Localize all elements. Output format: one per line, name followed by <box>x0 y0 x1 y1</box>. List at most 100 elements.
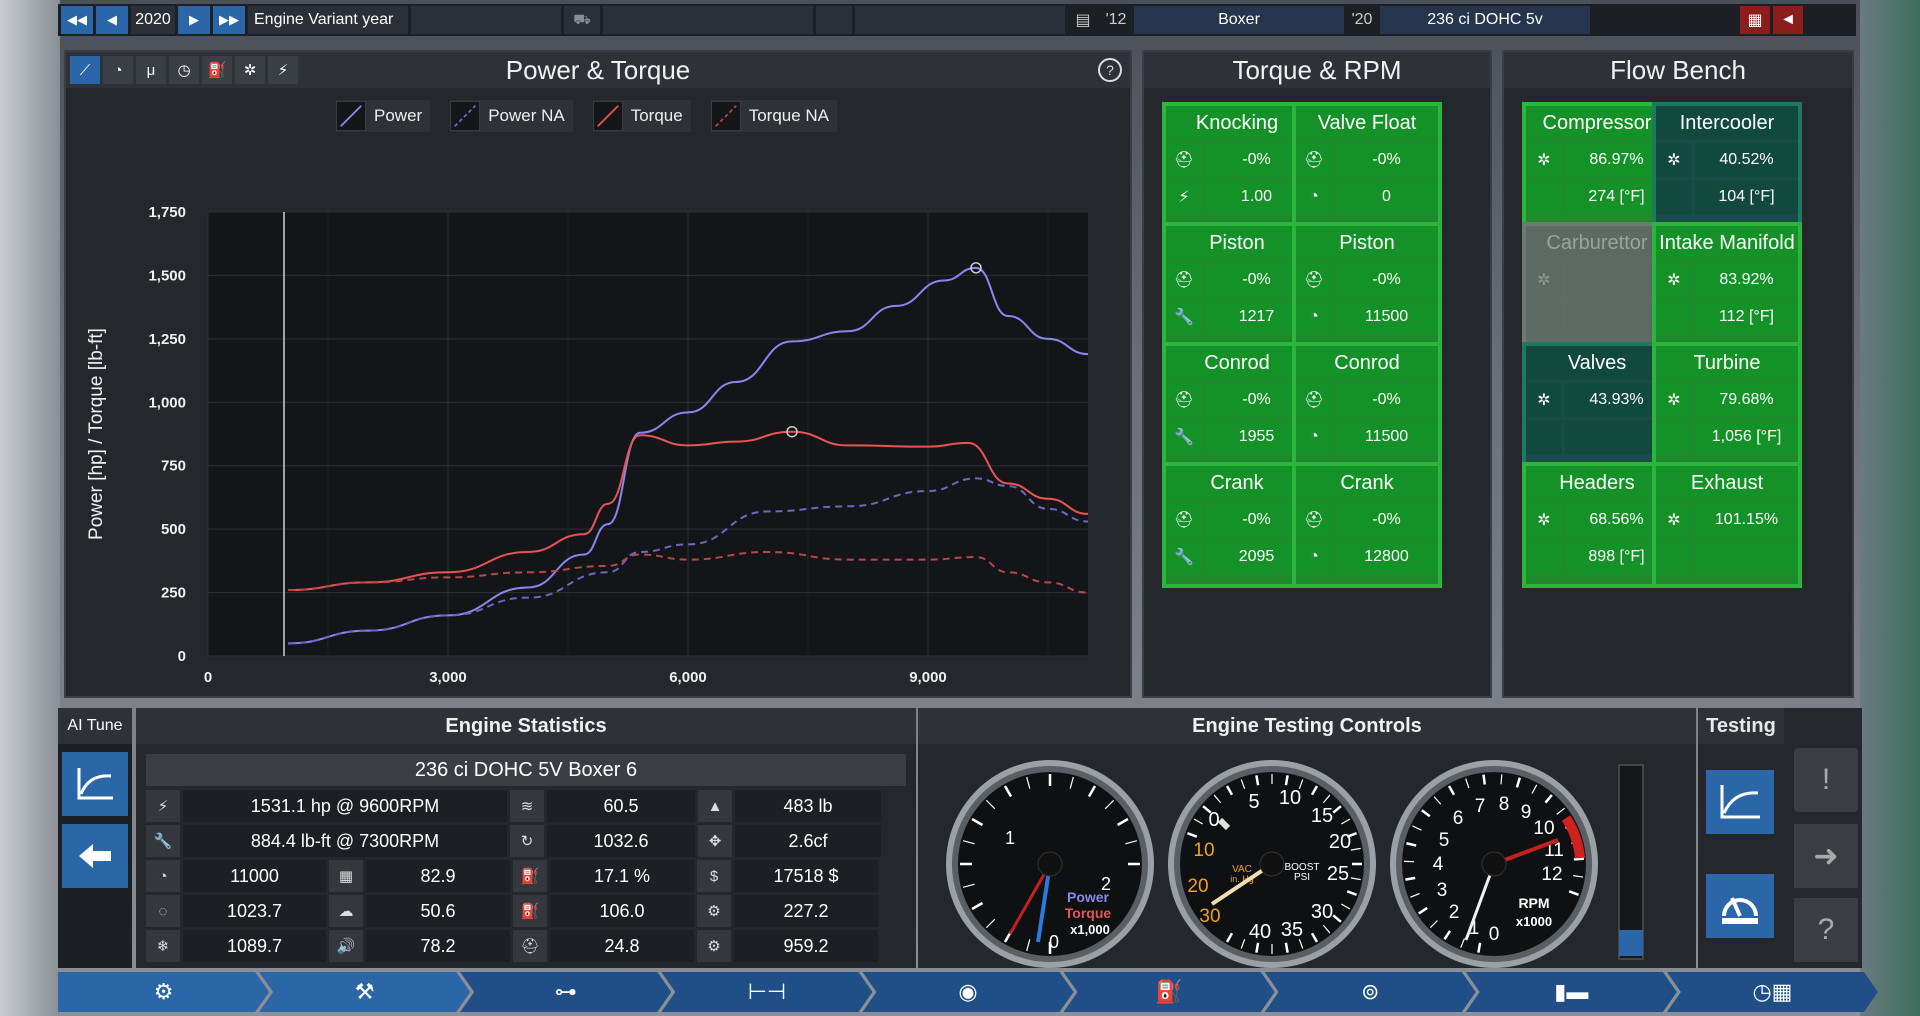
flow-bench-tile-exhaust[interactable]: Exhaust ✲ 101.15% <box>1652 462 1802 588</box>
nav-exhaust[interactable]: ⊚ <box>1265 972 1476 1012</box>
mu-icon[interactable]: μ <box>136 56 166 84</box>
blank-icon <box>1656 300 1692 334</box>
nav-aspiration[interactable]: ◉ <box>862 972 1073 1012</box>
tile-title: Piston <box>1296 226 1438 260</box>
flow-bench-tile-intercooler[interactable]: Intercooler ✲ 40.52% 104 [°F] <box>1652 102 1802 228</box>
throttle-slider-thumb[interactable] <box>1619 930 1643 956</box>
safety-icon: ⛑ <box>1296 503 1332 537</box>
torque-rpm-panel: Torque & RPM Knocking ⛑ -0% ⚡ 1.00 Valve Floa… <box>1142 50 1492 698</box>
torque-rpm-tile-valve-float[interactable]: Valve Float ⛑ -0% ◔ 0 <box>1292 102 1442 228</box>
torque-rpm-tile-piston[interactable]: Piston ⛑ -0% 🔧 1217 <box>1162 222 1312 348</box>
wrench-icon: 🔧 <box>1166 540 1202 574</box>
background-left <box>0 0 60 1016</box>
nav-fuel[interactable]: ⛽ <box>1064 972 1275 1012</box>
boost-gauge-label: 40 <box>1249 921 1271 943</box>
last-year-button[interactable]: ▶▶ <box>213 6 245 34</box>
tile-row: 274 [°F] <box>1526 180 1668 214</box>
power-torque-panel: Power & Torque ? ⟋ ◔ μ ◷ ⛽ ✲ ⚡ Power Pow… <box>64 50 1132 698</box>
graph-button[interactable] <box>62 752 128 816</box>
stats-row: 🔧 884.4 lb-ft @ 7300RPM ↻ 1032.6 ✥ 2.6cf <box>146 825 906 857</box>
tile-title: Intercooler <box>1656 106 1798 140</box>
legend-power[interactable]: Power <box>336 100 431 132</box>
tile-row <box>1526 300 1668 334</box>
tile-title: Crank <box>1296 466 1438 500</box>
rpm-icon: ◔ <box>1296 180 1332 214</box>
prev-year-button[interactable]: ◀ <box>96 6 128 34</box>
torque-rpm-tile-crank[interactable]: Crank ⛑ -0% ◔ 12800 <box>1292 462 1442 588</box>
run-test-button[interactable] <box>1706 770 1774 834</box>
flow-bench-tile-compressor[interactable]: Compressor ✲ 86.97% 274 [°F] <box>1522 102 1672 228</box>
rpm-gauge-label: 12 <box>1541 864 1562 885</box>
nav-engine[interactable]: ⚙ <box>58 972 269 1012</box>
help-icon[interactable]: ? <box>1098 58 1122 82</box>
back-button[interactable] <box>62 824 128 888</box>
flow-icon[interactable]: ✲ <box>235 56 265 84</box>
flow-bench-tile-turbine[interactable]: Turbine ✲ 79.68% 1,056 [°F] <box>1652 342 1802 468</box>
rpm-gauge-hub <box>1481 851 1507 877</box>
weight-icon: ▲ <box>698 790 732 822</box>
first-year-button[interactable]: ◀◀ <box>61 6 93 34</box>
tile-title: Carburettor <box>1526 226 1668 260</box>
engine-name-field[interactable]: 236 ci DOHC 5v <box>1380 6 1590 34</box>
rpm-gauge-label: 8 <box>1499 794 1510 815</box>
dyno-button[interactable] <box>1706 874 1774 938</box>
boost-unit: PSI <box>1294 872 1310 883</box>
y-tick-label: 1,000 <box>148 394 186 411</box>
nav-cylinders[interactable]: ▮▬ <box>1466 972 1677 1012</box>
nav-top-end[interactable]: ⊢⊣ <box>661 972 872 1012</box>
next-arrow-icon[interactable]: ➜ <box>1794 824 1858 888</box>
torque-rpm-tile-piston[interactable]: Piston ⛑ -0% ◔ 11500 <box>1292 222 1442 348</box>
car-icon[interactable]: ⛟ <box>564 6 600 34</box>
fuel-icon[interactable]: ⛽ <box>202 56 232 84</box>
legend-power-na[interactable]: Power NA <box>450 100 573 132</box>
safety-icon: ⛑ <box>1296 383 1332 417</box>
flow-icon: ✲ <box>1656 263 1692 297</box>
tile-value: 11500 <box>1335 300 1438 334</box>
torque-rpm-tile-conrod[interactable]: Conrod ⛑ -0% 🔧 1955 <box>1162 342 1312 468</box>
blank-icon <box>1526 540 1562 574</box>
next-year-button[interactable]: ▶ <box>178 6 210 34</box>
tile-value: 12800 <box>1335 540 1438 574</box>
torque-rpm-tile-knocking[interactable]: Knocking ⛑ -0% ⚡ 1.00 <box>1162 102 1312 228</box>
help-icon[interactable]: ? <box>1794 898 1858 962</box>
engine-icon[interactable]: ▤ <box>1068 6 1098 34</box>
warning-icon[interactable]: ! <box>1794 748 1858 812</box>
torque-rpm-tile-crank[interactable]: Crank ⛑ -0% 🔧 2095 <box>1162 462 1312 588</box>
gauge-icon[interactable]: ◔ <box>103 56 133 84</box>
chart-legend: Power Power NA Torque Torque NA <box>336 100 838 132</box>
cylinder-icon: ▮▬ <box>1554 979 1589 1004</box>
torque-rpm-tile-conrod[interactable]: Conrod ⛑ -0% ◔ 11500 <box>1292 342 1442 468</box>
graph-icon[interactable]: ⟋ <box>70 56 100 84</box>
stat-value: 2.6cf <box>735 825 881 857</box>
wrench-icon: 🔧 <box>1166 420 1202 454</box>
fuel-icon: ⛽ <box>513 860 547 892</box>
legend-torque[interactable]: Torque <box>592 100 691 132</box>
tile-row: ✲ 83.92% <box>1656 263 1798 297</box>
nav-block[interactable]: ⚒ <box>259 972 470 1012</box>
tile-value: -0% <box>1335 143 1438 177</box>
wrench-icon: 🔧 <box>1166 300 1202 334</box>
ai-tune-button[interactable]: AI Tune <box>58 708 132 744</box>
boost-gauge-label: 15 <box>1311 805 1333 827</box>
rpm-gauge-tick <box>1573 857 1584 861</box>
flow-bench-tile-valves[interactable]: Valves ✲ 43.93% <box>1522 342 1672 468</box>
tile-value: 112 [°F] <box>1695 300 1798 334</box>
fuel-pump-icon: ⛽ <box>1155 979 1183 1004</box>
save-icon[interactable]: ▦ <box>1740 6 1770 34</box>
legend-torque-na[interactable]: Torque NA <box>710 100 838 132</box>
timer-icon[interactable]: ◷ <box>169 56 199 84</box>
rpm-gauge-label: 5 <box>1439 830 1450 851</box>
tile-row: ⛑ -0% <box>1296 263 1438 297</box>
tile-title: Conrod <box>1166 346 1308 380</box>
flow-bench-tile-carburettor[interactable]: Carburettor ✲ <box>1522 222 1672 348</box>
empty-field-small <box>816 6 852 34</box>
flow-bench-tile-headers[interactable]: Headers ✲ 68.56% 898 [°F] <box>1522 462 1672 588</box>
spark-icon[interactable]: ⚡ <box>268 56 298 84</box>
nav-test[interactable]: ◷▦ <box>1667 972 1878 1012</box>
tile-title: Knocking <box>1166 106 1308 140</box>
power-torque-chart[interactable]: 0 250 500 750 1,000 1,250 1,500 1,750 0 3,000 6,00… <box>66 136 1130 696</box>
nav-bottom-end[interactable]: ⊶ <box>460 972 671 1012</box>
flow-bench-tile-intake-manifold[interactable]: Intake Manifold ✲ 83.92% 112 [°F] <box>1652 222 1802 348</box>
back-arrow-icon[interactable]: ◄ <box>1773 6 1803 34</box>
layout-field[interactable]: Boxer <box>1134 6 1344 34</box>
